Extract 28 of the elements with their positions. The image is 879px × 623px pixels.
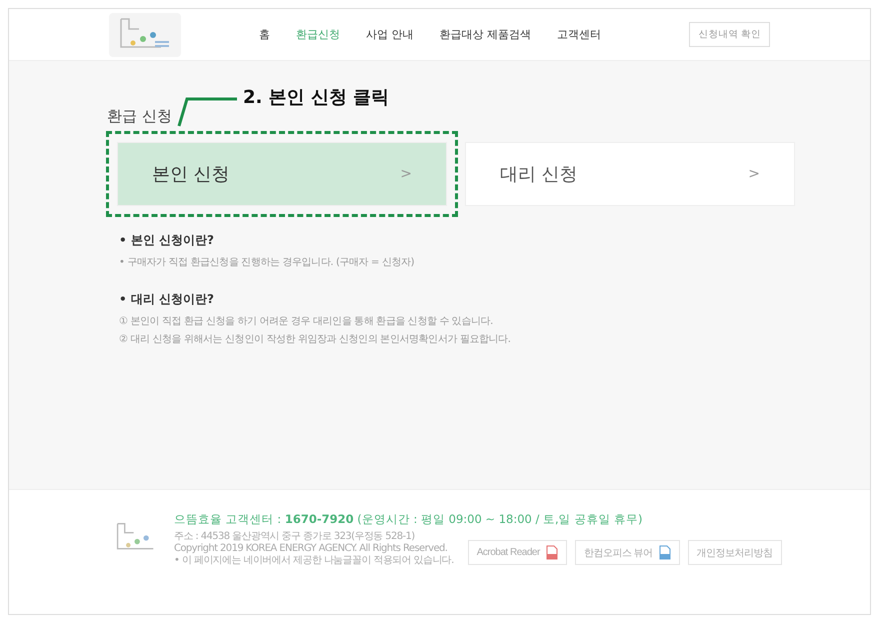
nav-link[interactable]: 사업 안내 <box>366 27 414 42</box>
section-text: • 구매자가 직접 환급신청을 진행하는 경우입니다. (구매자 = 신청자) <box>119 256 416 269</box>
section-text: ① 본인이 직접 환급 신청을 하기 어려운 경우 대리인을 통해 환급을 신청할 수 있습니다. <box>119 315 494 328</box>
nav-link[interactable]: 고객센터 <box>557 27 601 42</box>
option-card[interactable]: 대리 신청 > <box>465 142 795 206</box>
footer-text: • 이 페이지에는 네이버에서 제공한 나눔글꼴이 적용되어 있습니다. <box>174 555 454 567</box>
site-logo[interactable] <box>109 12 181 56</box>
chevron-icon: > <box>400 166 412 182</box>
button-label: Acrobat Reader <box>476 547 540 558</box>
contact-info: 으뜸효율 고객센터 : 1670-7920 (운영시간 : 평일 09:00 ~ 18:00 / 토,일 공휴일 휴무) <box>174 512 644 527</box>
nav-link[interactable]: 홈 <box>259 27 270 42</box>
footer-text: Copyright 2019 KOREA ENERGY AGENCY. All Rights Reserved. <box>174 543 448 555</box>
option-card[interactable]: 본인 신청 > <box>117 142 447 206</box>
footer-text: 주소 : 44538 울산광역시 중구 종가로 323(우정동 528-1) <box>174 531 416 543</box>
chevron-icon: > <box>748 166 760 182</box>
document-icon <box>658 545 671 560</box>
button-label: 한컴오피스 뷰어 <box>584 546 653 560</box>
leader-line <box>178 98 237 126</box>
option-label: 본인 신청 <box>152 163 230 186</box>
option-label: 대리 신청 <box>500 163 578 186</box>
pdf-file-icon <box>546 545 558 560</box>
annotation-label: 2. 본인 신청 클릭 <box>243 86 390 109</box>
page-title: 환급 신청 <box>107 107 172 126</box>
section-heading: • 본인 신청이란? <box>119 232 215 249</box>
nav-link[interactable]: 환급대상 제품검색 <box>440 27 531 42</box>
button-label: 개인정보처리방침 <box>696 546 773 560</box>
section-text: ② 대리 신청을 위해서는 신청인이 작성한 위임장과 신청인의 본인서명확인서가 필요합니다. <box>119 333 512 346</box>
section-heading: • 대리 신청이란? <box>119 291 215 308</box>
